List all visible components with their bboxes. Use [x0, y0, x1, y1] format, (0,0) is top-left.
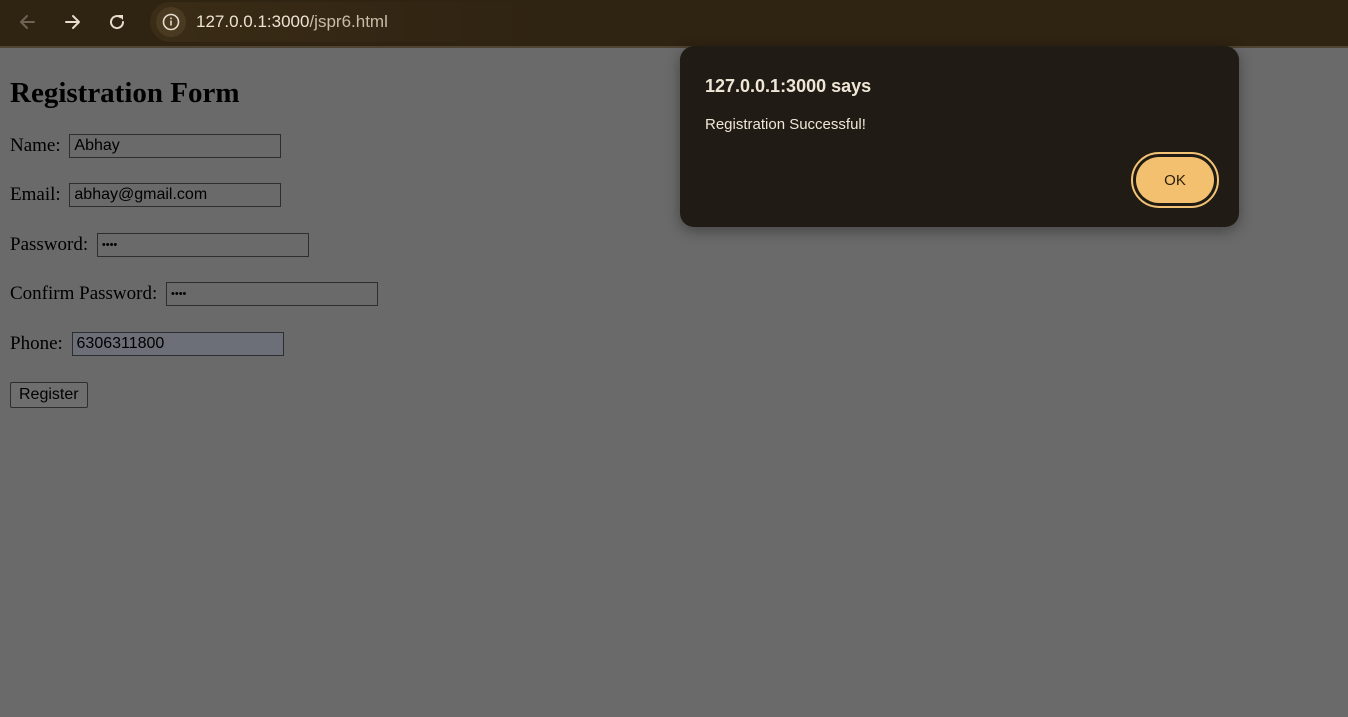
back-button[interactable] — [12, 6, 44, 38]
password-label: Password: — [10, 234, 89, 255]
info-icon — [162, 13, 180, 31]
ok-button[interactable]: OK — [1131, 152, 1219, 208]
password-row: Password: •••• — [10, 233, 309, 257]
dialog-title: 127.0.0.1:3000 says — [705, 76, 872, 96]
confirm-password-row: Confirm Password: •••• — [10, 282, 378, 306]
arrow-left-icon — [20, 15, 35, 29]
confirm-password-field[interactable]: •••• — [166, 282, 378, 306]
email-label: Email: — [10, 184, 61, 205]
url-text[interactable]: 127.0.0.1:3000/jspr6.html — [196, 12, 388, 32]
site-info-button[interactable] — [156, 7, 186, 37]
reload-icon — [110, 15, 125, 30]
confirm-password-label: Confirm Password: — [10, 283, 158, 304]
phone-label: Phone: — [10, 333, 63, 354]
url-host: 127.0.0.1:3000 — [196, 12, 310, 31]
email-field[interactable]: abhay@gmail.com — [69, 183, 282, 207]
name-field[interactable]: Abhay — [69, 134, 282, 158]
phone-field[interactable]: 6306311800 — [71, 332, 284, 356]
name-label: Name: — [10, 135, 61, 156]
password-field[interactable]: •••• — [96, 233, 309, 257]
phone-row: Phone: 6306311800 — [10, 332, 284, 356]
reload-button[interactable] — [101, 6, 133, 38]
dialog-message: Registration Successful! — [705, 116, 866, 133]
email-row: Email: abhay@gmail.com — [10, 183, 282, 207]
address-bar[interactable]: 127.0.0.1:3000/jspr6.html — [150, 2, 530, 42]
ok-button-label: OK — [1136, 157, 1214, 203]
page-title: Registration Form — [10, 77, 240, 109]
register-button[interactable]: Register — [10, 382, 88, 408]
page-content: Registration Form Name: Abhay Email: abh… — [10, 50, 630, 408]
arrow-right-icon — [65, 15, 80, 29]
browser-toolbar: 127.0.0.1:3000/jspr6.html — [0, 0, 1348, 48]
forward-button[interactable] — [56, 6, 88, 38]
alert-dialog: 127.0.0.1:3000 says Registration Success… — [680, 46, 1239, 227]
name-row: Name: Abhay — [10, 134, 282, 158]
url-path: /jspr6.html — [309, 12, 388, 31]
